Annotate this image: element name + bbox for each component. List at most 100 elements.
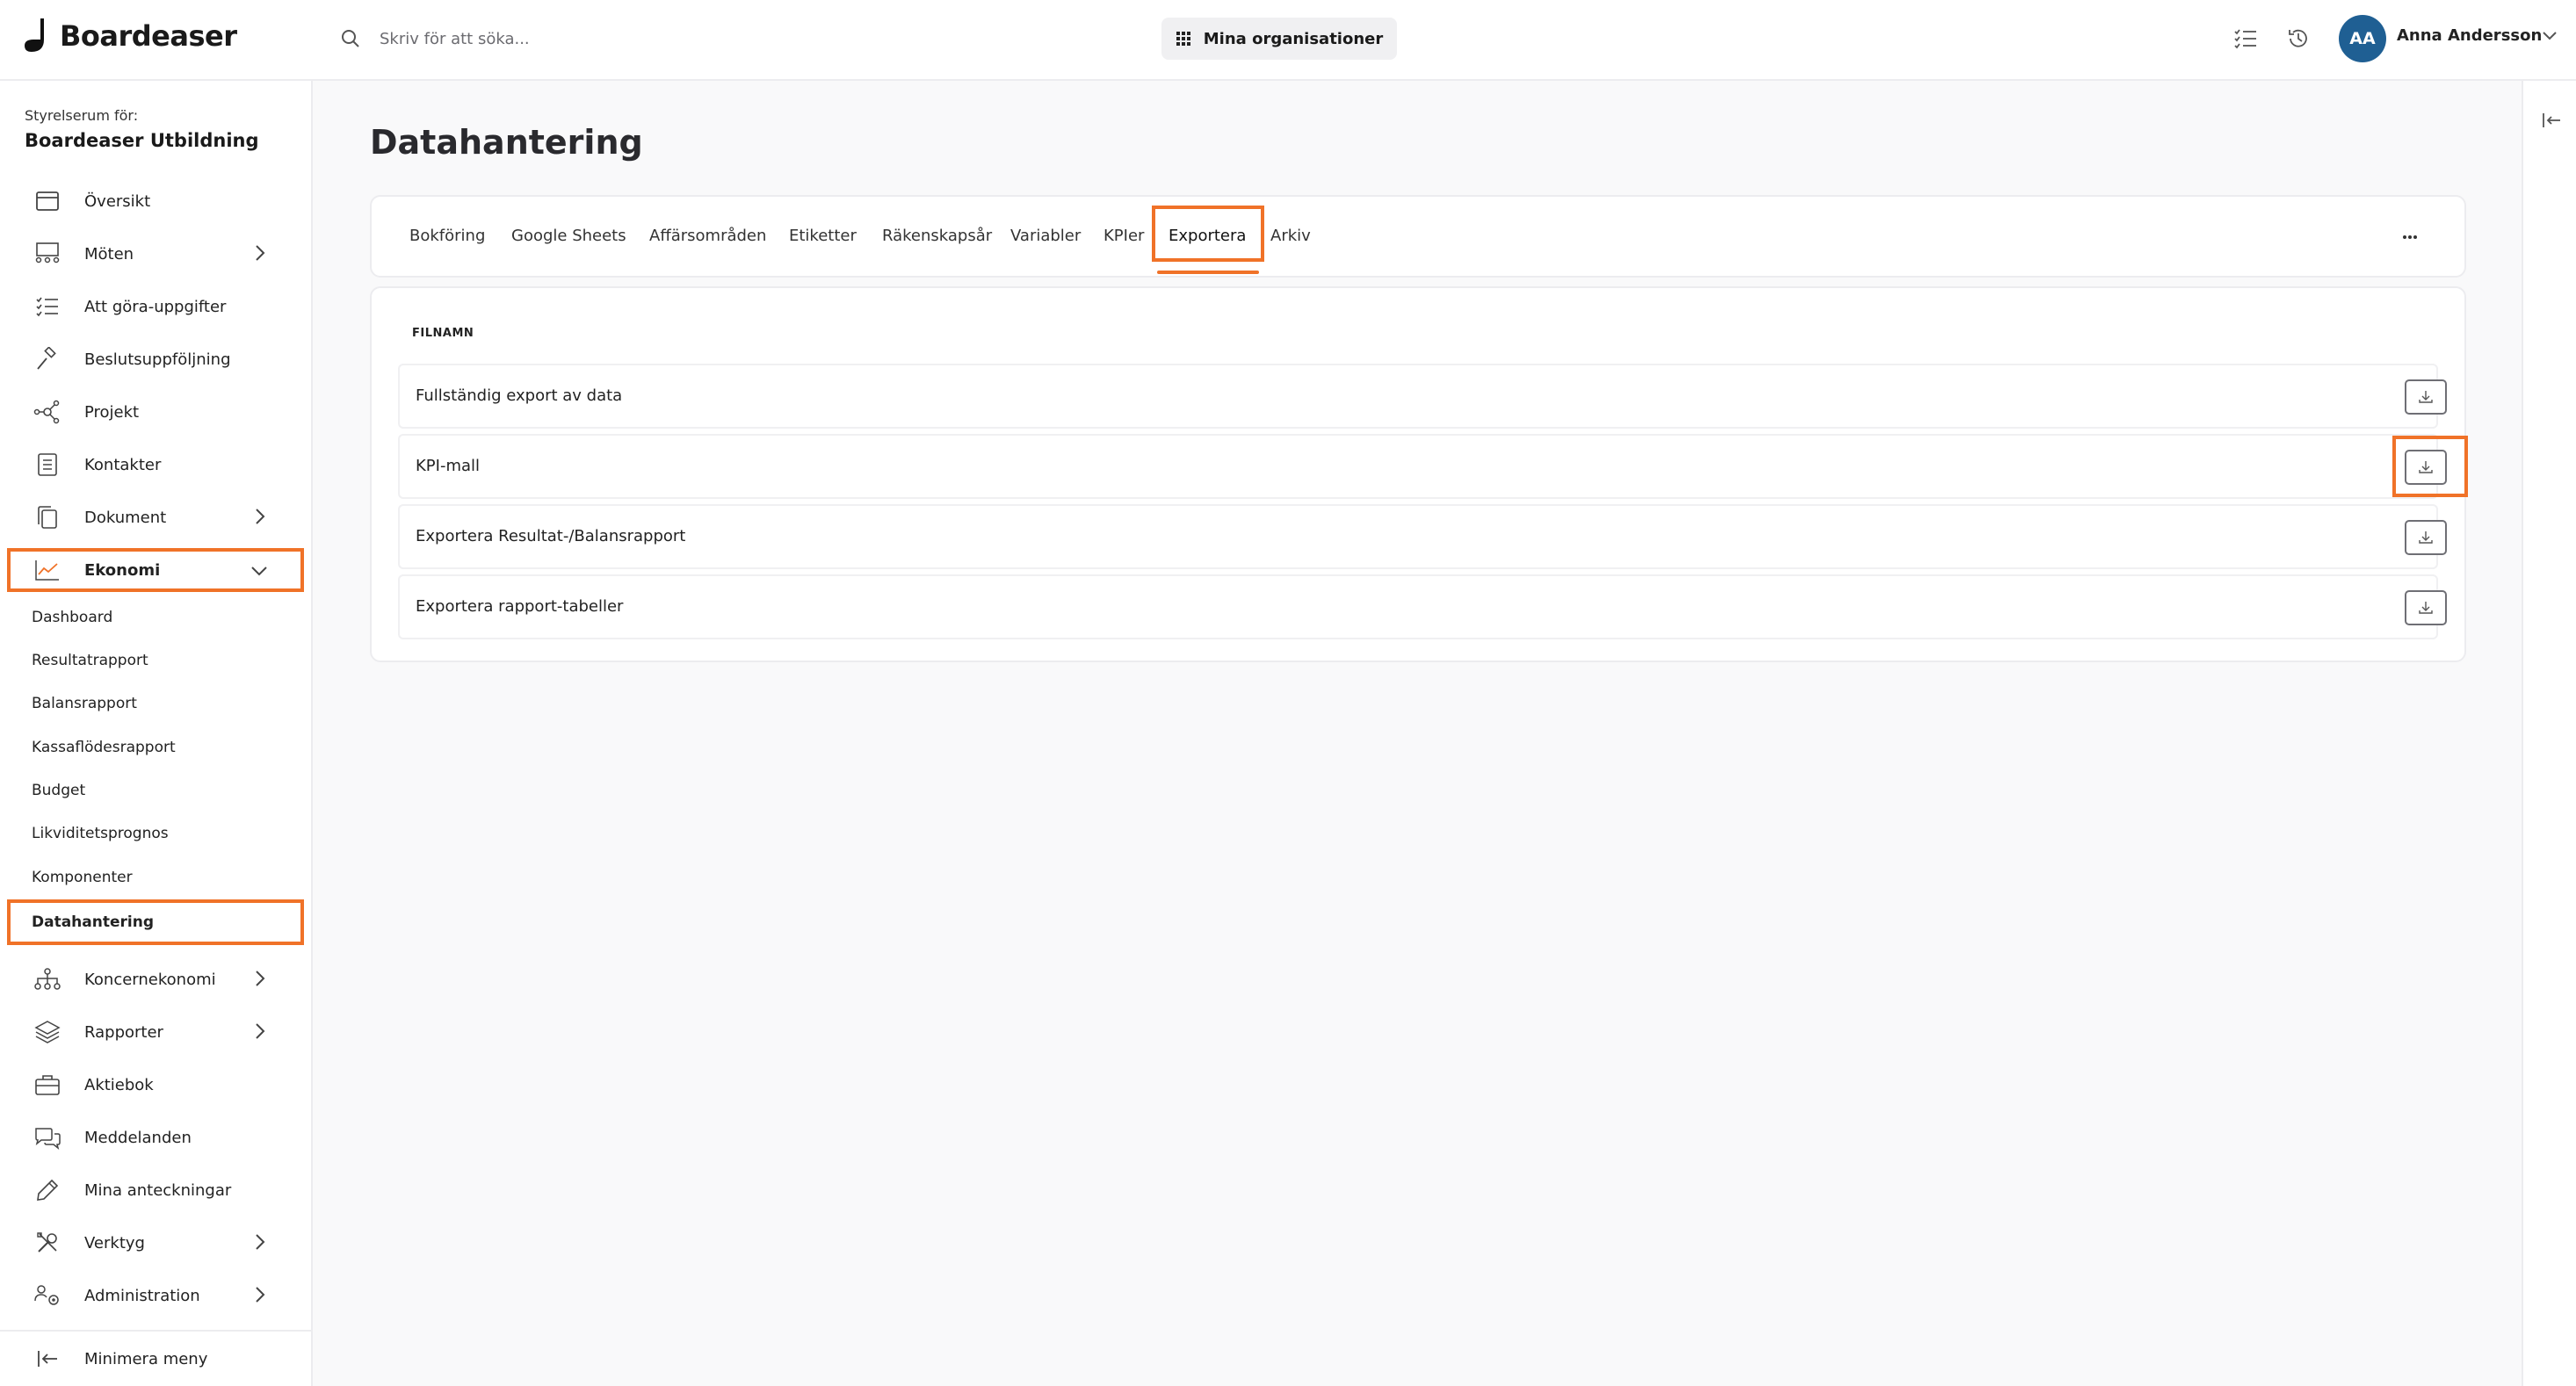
download-icon: [2419, 391, 2433, 403]
chat-icon: [32, 1122, 63, 1153]
download-button[interactable]: [2405, 590, 2447, 625]
chevron-right-icon: [251, 969, 269, 992]
layers-icon: [32, 1016, 63, 1048]
file-name: Exportera rapport-tabeller: [416, 597, 624, 616]
collapse-menu-label: Minimera meny: [84, 1349, 208, 1368]
sidebar-subitem-resultatrapport[interactable]: Resultatrapport: [7, 642, 304, 679]
pencil-icon: [32, 1174, 63, 1206]
room-name: Boardeaser Utbildning: [25, 130, 259, 151]
sidebar-item-label: Aktiebok: [84, 1075, 154, 1094]
tools-icon: [32, 1227, 63, 1259]
sidebar-item-aktiebok[interactable]: Aktiebok: [7, 1063, 304, 1107]
sidebar-item-label: Meddelanden: [84, 1128, 192, 1147]
search-bar[interactable]: [341, 21, 821, 56]
tab-bokforing[interactable]: Bokföring: [409, 227, 485, 245]
collapse-menu-button[interactable]: Minimera meny: [7, 1337, 304, 1381]
grid-icon: [1176, 32, 1190, 46]
sidebar-item-label: Översikt: [84, 191, 151, 211]
file-name: Fullständig export av data: [416, 386, 623, 405]
download-icon: [2419, 602, 2433, 614]
chevron-right-icon: [251, 1285, 269, 1308]
file-row: Fullständig export av data: [398, 364, 2447, 429]
right-rail: [2522, 81, 2576, 1386]
gavel-icon: [32, 343, 63, 375]
chart-line-icon: [32, 554, 63, 586]
sidebar-item-ekonomi[interactable]: Ekonomi: [7, 548, 304, 592]
tab-exportera[interactable]: Exportera: [1169, 227, 1246, 245]
chevron-right-icon: [251, 1021, 269, 1044]
sidebar-item-kontakter[interactable]: Kontakter: [7, 443, 304, 487]
chevron-down-icon[interactable]: [2541, 26, 2558, 47]
sidebar-subitem-kassaflodesrapport[interactable]: Kassaflödesrapport: [7, 729, 304, 766]
sidebar-item-beslutsuppfoljning[interactable]: Beslutsuppföljning: [7, 337, 304, 381]
file-row: KPI-mall: [398, 434, 2468, 499]
file-name: KPI-mall: [416, 457, 481, 475]
search-icon: [342, 30, 359, 47]
user-name[interactable]: Anna Andersson: [2397, 26, 2542, 45]
file-row: Exportera rapport-tabeller: [398, 574, 2447, 639]
file-row: Exportera Resultat-/Balansrapport: [398, 504, 2447, 569]
organizations-button[interactable]: Mina organisationer: [1161, 18, 1397, 60]
sidebar-item-label: Ekonomi: [84, 560, 161, 580]
tab-rakenskapsar[interactable]: Räkenskapsår: [882, 227, 992, 245]
download-icon: [2419, 531, 2433, 544]
column-header-filename: FILNAMN: [412, 327, 474, 340]
logo-text: Boardeaser: [60, 19, 237, 53]
documents-icon: [32, 502, 63, 533]
sidebar-item-verktyg[interactable]: Verktyg: [7, 1221, 304, 1265]
sidebar-subitem-balansrapport[interactable]: Balansrapport: [7, 685, 304, 722]
sidebar-subitem-likviditetsprognos[interactable]: Likviditetsprognos: [7, 815, 304, 852]
collapse-left-icon: [32, 1343, 63, 1375]
tab-google-sheets[interactable]: Google Sheets: [511, 227, 626, 245]
download-button[interactable]: [2405, 520, 2447, 555]
sidebar-subitem-budget[interactable]: Budget: [7, 772, 304, 809]
chevron-right-icon: [251, 243, 269, 266]
download-button[interactable]: [2405, 379, 2447, 415]
sidebar-item-dokument[interactable]: Dokument: [7, 495, 304, 539]
top-bar: Boardeaser Mina organisationer: [0, 0, 2576, 81]
sidebar-subitem-dashboard[interactable]: Dashboard: [7, 599, 304, 636]
tab-variabler[interactable]: Variabler: [1010, 227, 1081, 245]
tasks-icon[interactable]: [2232, 25, 2260, 53]
sidebar-item-att-gora[interactable]: Att göra-uppgifter: [7, 285, 304, 328]
tabs-bar: Bokföring Google Sheets Affärsområden Et…: [370, 195, 2466, 278]
tab-affarsomraden[interactable]: Affärsområden: [649, 227, 766, 245]
sidebar: Styrelserum för: Boardeaser Utbildning Ö…: [0, 81, 313, 1386]
tab-arkiv[interactable]: Arkiv: [1270, 227, 1311, 245]
sidebar-item-label: Projekt: [84, 402, 140, 422]
avatar[interactable]: AA: [2339, 15, 2386, 62]
calendar-icon: [32, 185, 63, 217]
tab-kpier[interactable]: KPIer: [1103, 227, 1144, 245]
sidebar-divider: [0, 1330, 311, 1332]
sidebar-item-projekt[interactable]: Projekt: [7, 390, 304, 434]
page-title: Datahantering: [370, 123, 643, 162]
sidebar-item-label: Kontakter: [84, 455, 162, 474]
more-options-icon[interactable]: [2392, 220, 2428, 255]
tab-etiketter[interactable]: Etiketter: [789, 227, 857, 245]
sidebar-item-label: Beslutsuppföljning: [84, 350, 231, 369]
sidebar-item-meddelanden[interactable]: Meddelanden: [7, 1115, 304, 1159]
sidebar-item-mina-anteckningar[interactable]: Mina anteckningar: [7, 1168, 304, 1212]
checklist-icon: [32, 291, 63, 322]
export-files-card: FILNAMN Fullständig export av data KPI-m…: [370, 286, 2468, 662]
history-icon[interactable]: [2284, 25, 2312, 53]
chevron-right-icon: [251, 507, 269, 530]
download-button[interactable]: [2405, 450, 2447, 485]
sidebar-item-koncernekonomi[interactable]: Koncernekonomi: [7, 957, 304, 1001]
organizations-button-label: Mina organisationer: [1203, 29, 1384, 48]
sidebar-item-moten[interactable]: Möten: [7, 232, 304, 276]
sidebar-item-administration[interactable]: Administration: [7, 1274, 304, 1317]
sidebar-item-label: Koncernekonomi: [84, 970, 216, 989]
chevron-right-icon: [251, 1232, 269, 1255]
sidebar-subitem-datahantering[interactable]: Datahantering: [7, 899, 304, 945]
search-input[interactable]: [378, 28, 821, 49]
chevron-down-icon: [250, 562, 269, 583]
sidebar-item-label: Dokument: [84, 508, 167, 527]
sidebar-item-label: Verktyg: [84, 1233, 145, 1252]
boardeaser-logo[interactable]: Boardeaser: [23, 16, 237, 56]
contacts-icon: [32, 449, 63, 480]
sidebar-subitem-komponenter[interactable]: Komponenter: [7, 859, 304, 896]
sidebar-item-oversikt[interactable]: Översikt: [7, 179, 304, 223]
collapse-panel-icon[interactable]: [2541, 111, 2562, 134]
sidebar-item-rapporter[interactable]: Rapporter: [7, 1010, 304, 1054]
